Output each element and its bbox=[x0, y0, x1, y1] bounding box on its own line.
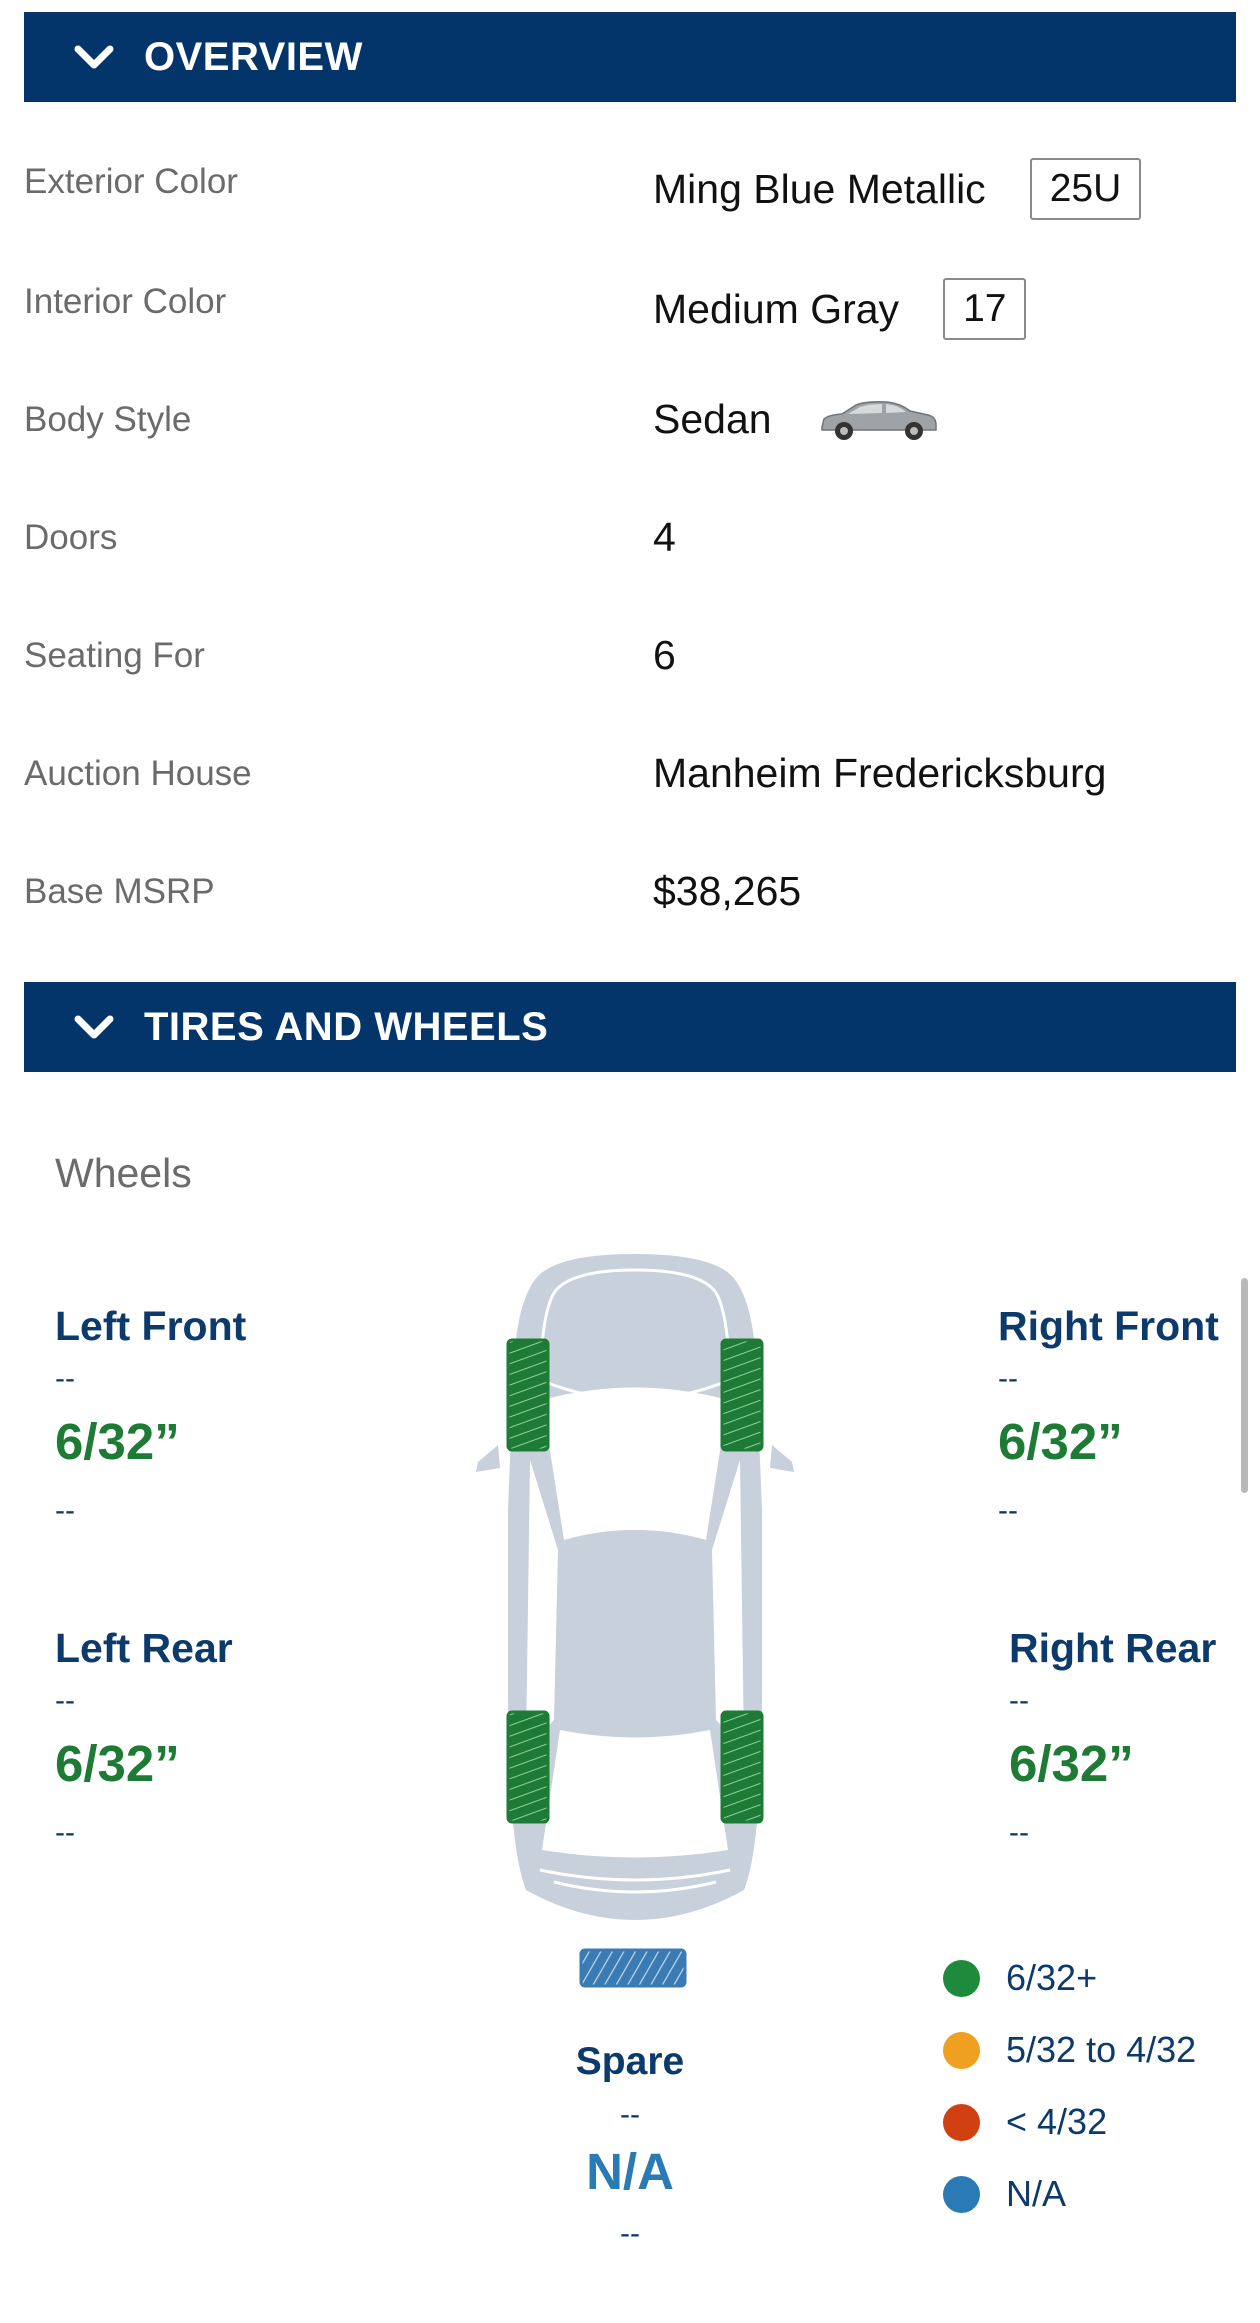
tires-title: TIRES AND WHEELS bbox=[144, 1004, 549, 1049]
interior-color-row: Interior Color Medium Gray 17 bbox=[0, 270, 1260, 340]
left-mirror bbox=[476, 1445, 500, 1472]
doors-label: Doors bbox=[24, 518, 118, 557]
exterior-color-row: Exterior Color Ming Blue Metallic 25U bbox=[0, 150, 1260, 220]
car-top-view-diagram bbox=[476, 1254, 794, 1920]
legend-label-na: N/A bbox=[1006, 2173, 1067, 2214]
legend-item-good: 6/32+ bbox=[943, 1942, 1196, 2014]
legend-item-na: N/A bbox=[943, 2158, 1196, 2230]
exterior-color-label: Exterior Color bbox=[24, 162, 238, 201]
spare-tire-info: Spare -- N/A -- bbox=[530, 2040, 730, 2251]
doors-value: 4 bbox=[653, 514, 676, 560]
body-style-label: Body Style bbox=[24, 400, 192, 439]
right-front-depth: 6/32” bbox=[998, 1413, 1123, 1470]
green-dot-icon bbox=[943, 1959, 980, 1997]
chevron-down-icon bbox=[74, 45, 114, 69]
overview-section-header[interactable]: OVERVIEW bbox=[24, 12, 1236, 102]
spare-value: N/A bbox=[586, 2143, 674, 2200]
left-front-depth: 6/32” bbox=[55, 1413, 180, 1470]
roof bbox=[560, 1530, 710, 1738]
right-rear-depth: 6/32” bbox=[1009, 1735, 1134, 1792]
tire-left-rear[interactable] bbox=[506, 1710, 550, 1824]
spare-tire-icon[interactable] bbox=[579, 1948, 687, 1988]
left-rear-line2: -- bbox=[55, 1816, 75, 1849]
chevron-down-icon bbox=[74, 1015, 114, 1039]
right-rear-tire-info: Right Rear -- 6/32” -- bbox=[1009, 1624, 1216, 1848]
exterior-color-code: 25U bbox=[1029, 158, 1142, 220]
tire-right-rear[interactable] bbox=[720, 1710, 764, 1824]
seating-row: Seating For 6 bbox=[0, 624, 1260, 684]
left-front-line2: -- bbox=[55, 1494, 75, 1527]
scrollbar[interactable] bbox=[1241, 1278, 1248, 1493]
interior-color-value: Medium Gray bbox=[653, 285, 900, 332]
left-front-tire-info: Left Front -- 6/32” -- bbox=[55, 1302, 246, 1526]
wheels-label: Wheels bbox=[55, 1150, 192, 1196]
spare-line2: -- bbox=[620, 2217, 640, 2250]
right-front-name: Right Front bbox=[998, 1303, 1219, 1349]
blue-dot-icon bbox=[943, 2175, 980, 2213]
interior-color-label: Interior Color bbox=[24, 282, 227, 321]
left-rear-name: Left Rear bbox=[55, 1625, 233, 1671]
spare-line1: -- bbox=[620, 2098, 640, 2131]
base-msrp-label: Base MSRP bbox=[24, 872, 215, 911]
interior-color-code: 17 bbox=[943, 278, 1027, 340]
doors-row: Doors 4 bbox=[0, 506, 1260, 566]
right-front-tire-info: Right Front -- 6/32” -- bbox=[998, 1302, 1219, 1526]
tread-legend: 6/32+ 5/32 to 4/32 < 4/32 N/A bbox=[943, 1942, 1196, 2230]
tire-left-front[interactable] bbox=[506, 1338, 550, 1452]
tire-right-front[interactable] bbox=[720, 1338, 764, 1452]
rear-window bbox=[542, 1730, 728, 1858]
body-style-value: Sedan bbox=[653, 396, 772, 442]
seating-label: Seating For bbox=[24, 636, 205, 675]
body-style-value-wrap: Sedan bbox=[653, 396, 940, 443]
right-rear-name: Right Rear bbox=[1009, 1625, 1217, 1671]
left-rear-tire-info: Left Rear -- 6/32” -- bbox=[55, 1624, 233, 1848]
overview-title: OVERVIEW bbox=[144, 34, 363, 79]
exterior-color-value: Ming Blue Metallic bbox=[653, 165, 986, 212]
exterior-color-value-wrap: Ming Blue Metallic 25U bbox=[653, 158, 1142, 220]
right-front-line2: -- bbox=[998, 1494, 1018, 1527]
windshield bbox=[542, 1387, 728, 1540]
auction-house-label: Auction House bbox=[24, 754, 252, 793]
auction-house-row: Auction House Manheim Fredericksburg bbox=[0, 742, 1260, 802]
interior-color-value-wrap: Medium Gray 17 bbox=[653, 278, 1027, 340]
seating-value: 6 bbox=[653, 632, 676, 678]
right-rear-line1: -- bbox=[1009, 1684, 1029, 1717]
spare-name: Spare bbox=[575, 2040, 685, 2083]
left-rear-depth: 6/32” bbox=[55, 1735, 180, 1792]
legend-label-fair: 5/32 to 4/32 bbox=[1006, 2029, 1197, 2070]
left-rear-line1: -- bbox=[55, 1684, 75, 1717]
left-front-line1: -- bbox=[55, 1362, 75, 1395]
legend-item-fair: 5/32 to 4/32 bbox=[943, 2014, 1196, 2086]
auction-house-value: Manheim Fredericksburg bbox=[653, 750, 1107, 796]
base-msrp-value: $38,265 bbox=[653, 868, 802, 914]
right-front-line1: -- bbox=[998, 1362, 1018, 1395]
sedan-car-icon bbox=[820, 400, 937, 440]
right-mirror bbox=[770, 1445, 794, 1472]
right-rear-line2: -- bbox=[1009, 1816, 1029, 1849]
body-style-row: Body Style Sedan bbox=[0, 388, 1260, 448]
red-dot-icon bbox=[943, 2103, 980, 2141]
legend-label-poor: < 4/32 bbox=[1006, 2101, 1108, 2142]
left-front-name: Left Front bbox=[55, 1303, 247, 1349]
base-msrp-row: Base MSRP $38,265 bbox=[0, 860, 1260, 920]
hood bbox=[538, 1268, 732, 1402]
orange-dot-icon bbox=[943, 2031, 980, 2069]
legend-label-good: 6/32+ bbox=[1006, 1957, 1098, 1998]
legend-item-poor: < 4/32 bbox=[943, 2086, 1196, 2158]
tires-section-header[interactable]: TIRES AND WHEELS bbox=[24, 982, 1236, 1072]
